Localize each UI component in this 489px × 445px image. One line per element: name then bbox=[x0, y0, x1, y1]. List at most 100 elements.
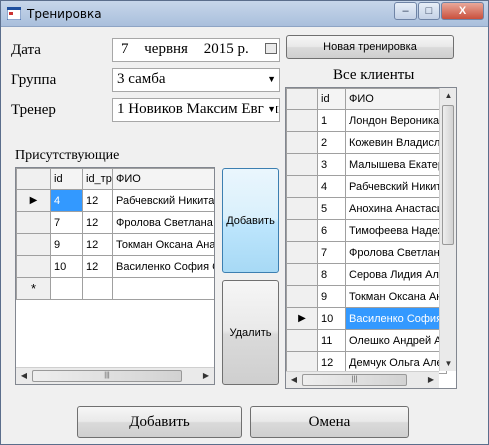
cell-fio[interactable]: Лондон Вероника Александровна bbox=[345, 109, 447, 132]
vertical-scrollbar[interactable]: ▲ ▼ bbox=[439, 88, 456, 371]
scroll-thumb[interactable]: ||| bbox=[302, 374, 407, 386]
scroll-down-icon[interactable]: ▼ bbox=[441, 356, 456, 371]
add-button[interactable]: Добавить bbox=[77, 406, 242, 438]
cell-id[interactable]: 7 bbox=[317, 241, 346, 264]
cell-fio[interactable]: Серова Лидия Алексеевна bbox=[345, 263, 447, 286]
scroll-thumb[interactable]: ||| bbox=[32, 370, 182, 382]
date-month: червня bbox=[144, 41, 188, 57]
cell-id[interactable]: 11 bbox=[317, 329, 346, 352]
cell-fio[interactable]: Василенко София Сергеевна bbox=[345, 307, 447, 330]
cell-id[interactable]: 6 bbox=[317, 219, 346, 242]
cell-id[interactable]: 1 bbox=[317, 109, 346, 132]
cell-id[interactable]: 8 bbox=[317, 263, 346, 286]
delete-present-button[interactable]: Удалить bbox=[222, 280, 279, 385]
cell-id[interactable]: 4 bbox=[50, 189, 83, 212]
cancel-button[interactable]: Омена bbox=[250, 406, 409, 438]
cell-idtr[interactable]: 12 bbox=[82, 211, 113, 234]
table-row[interactable]: 11Олешко Андрей Андреевич bbox=[286, 329, 447, 352]
scroll-left-icon[interactable]: ◀ bbox=[18, 368, 30, 383]
row-header-corner bbox=[286, 88, 318, 110]
cell-id[interactable]: 5 bbox=[317, 197, 346, 220]
add-present-button[interactable]: Добавить bbox=[222, 168, 279, 273]
clients-col-id[interactable]: id bbox=[317, 88, 346, 110]
cell-fio[interactable]: Кожевин Владислав Андреевич bbox=[345, 131, 447, 154]
current-row-marker: ▶ bbox=[286, 307, 318, 330]
chevron-down-icon[interactable]: ▼ bbox=[267, 69, 276, 89]
form-content: Дата 7 червня 2015 р. Новая тренировка Г… bbox=[9, 28, 482, 438]
table-row[interactable]: 3Малышева Екатерина Сергеевна bbox=[286, 153, 447, 176]
cell-fio[interactable]: Фролова Светлана Владимировна bbox=[112, 211, 214, 234]
present-title: Присутствующие bbox=[15, 148, 120, 163]
table-row[interactable]: 1Лондон Вероника Александровна bbox=[286, 109, 447, 132]
new-row-marker: * bbox=[16, 277, 51, 300]
table-row-selected[interactable]: ▶10Василенко София Сергеевна bbox=[286, 307, 447, 330]
date-label: Дата bbox=[11, 42, 41, 58]
cell-fio[interactable]: Рабчевский Никита Игоревич bbox=[345, 175, 447, 198]
scroll-right-icon[interactable]: ▶ bbox=[200, 368, 212, 383]
cell-id[interactable]: 10 bbox=[50, 255, 83, 278]
group-label: Группа bbox=[11, 72, 57, 88]
scroll-up-icon[interactable]: ▲ bbox=[441, 88, 456, 103]
maximize-button[interactable]: □ bbox=[418, 2, 440, 20]
table-row[interactable]: 6Тимофеева Надежда Сергеевна bbox=[286, 219, 447, 242]
row-header-corner bbox=[16, 168, 51, 190]
cell-id[interactable]: 9 bbox=[50, 233, 83, 256]
cell-id[interactable]: 2 bbox=[317, 131, 346, 154]
table-row[interactable]: 2Кожевин Владислав Андреевич bbox=[286, 131, 447, 154]
cell-fio[interactable]: Малышева Екатерина Сергеевна bbox=[345, 153, 447, 176]
present-col-id[interactable]: id bbox=[50, 168, 83, 190]
present-col-fio[interactable]: ФИО bbox=[112, 168, 214, 190]
new-row[interactable]: * bbox=[16, 277, 214, 300]
table-row[interactable]: 5Анохина Анастасия Андреевна bbox=[286, 197, 447, 220]
scroll-thumb[interactable] bbox=[442, 105, 454, 245]
table-row[interactable]: ▶ 4 12 Рабчевский Никита Игоревич bbox=[16, 189, 214, 212]
table-row[interactable]: 9Токман Оксана Анатольевна bbox=[286, 285, 447, 308]
cell-fio[interactable]: Тимофеева Надежда Сергеевна bbox=[345, 219, 447, 242]
date-picker[interactable]: 7 червня 2015 р. bbox=[112, 38, 280, 62]
table-row[interactable]: 8Серова Лидия Алексеевна bbox=[286, 263, 447, 286]
cell-idtr[interactable]: 12 bbox=[82, 255, 113, 278]
group-select[interactable]: 3 самба ▼ bbox=[112, 68, 280, 92]
close-button[interactable]: X bbox=[441, 2, 484, 20]
horizontal-scrollbar[interactable]: ◀ ||| ▶ bbox=[16, 367, 214, 384]
cell-fio[interactable]: Олешко Андрей Андреевич bbox=[345, 329, 447, 352]
table-row[interactable]: 10 12 Василенко София Сергеевна bbox=[16, 255, 214, 278]
cell-fio[interactable]: Рабчевский Никита Игоревич bbox=[112, 189, 214, 212]
cell-fio[interactable]: Токман Оксана Анатольевна bbox=[112, 233, 214, 256]
clients-col-fio[interactable]: ФИО bbox=[345, 88, 447, 110]
cell-idtr[interactable]: 12 bbox=[82, 233, 113, 256]
table-row[interactable]: 4Рабчевский Никита Игоревич bbox=[286, 175, 447, 198]
table-row[interactable]: 7Фролова Светлана Владимировна bbox=[286, 241, 447, 264]
scroll-right-icon[interactable]: ▶ bbox=[425, 372, 437, 387]
clients-grid[interactable]: id ФИО 1Лондон Вероника Александровна 2К… bbox=[285, 87, 457, 389]
cell-id[interactable]: 7 bbox=[50, 211, 83, 234]
trainer-value: 1 Новиков Максим Евгеньевич bbox=[117, 101, 279, 117]
present-col-idtr[interactable]: id_тр bbox=[82, 168, 113, 190]
cell-fio[interactable]: Фролова Светлана Владимировна bbox=[345, 241, 447, 264]
cell-idtr[interactable]: 12 bbox=[82, 189, 113, 212]
cell-fio[interactable]: Анохина Анастасия Андреевна bbox=[345, 197, 447, 220]
cell-id[interactable]: 3 bbox=[317, 153, 346, 176]
title-bar[interactable]: Тренировка – □ X bbox=[1, 1, 488, 27]
table-row[interactable]: 7 12 Фролова Светлана Владимировна bbox=[16, 211, 214, 234]
chevron-down-icon[interactable]: ▼ bbox=[264, 99, 276, 119]
cell-fio[interactable]: Василенко София Сергеевна bbox=[112, 255, 214, 278]
app-icon bbox=[7, 7, 21, 20]
training-window: Тренировка – □ X Дата 7 червня 2015 р. Н… bbox=[0, 0, 489, 445]
table-row[interactable]: 9 12 Токман Оксана Анатольевна bbox=[16, 233, 214, 256]
cell-fio[interactable]: Токман Оксана Анатольевна bbox=[345, 285, 447, 308]
trainer-label: Тренер bbox=[11, 102, 56, 118]
new-training-button[interactable]: Новая тренировка bbox=[286, 35, 454, 59]
trainer-select[interactable]: 1 Новиков Максим Евгеньевич ▼ bbox=[112, 98, 280, 122]
current-row-marker: ▶ bbox=[16, 189, 51, 212]
cell-id[interactable]: 10 bbox=[317, 307, 346, 330]
cell-id[interactable]: 4 bbox=[317, 175, 346, 198]
calendar-icon[interactable] bbox=[265, 43, 277, 54]
minimize-button[interactable]: – bbox=[394, 2, 417, 20]
window-title: Тренировка bbox=[27, 7, 102, 21]
horizontal-scrollbar[interactable]: ◀ ||| ▶ bbox=[286, 371, 439, 388]
group-value: 3 самба bbox=[117, 71, 166, 87]
cell-id[interactable]: 9 bbox=[317, 285, 346, 308]
scroll-left-icon[interactable]: ◀ bbox=[288, 372, 300, 387]
present-grid[interactable]: id id_тр ФИО ▶ 4 12 Рабчевский Никита Иг… bbox=[15, 167, 215, 385]
